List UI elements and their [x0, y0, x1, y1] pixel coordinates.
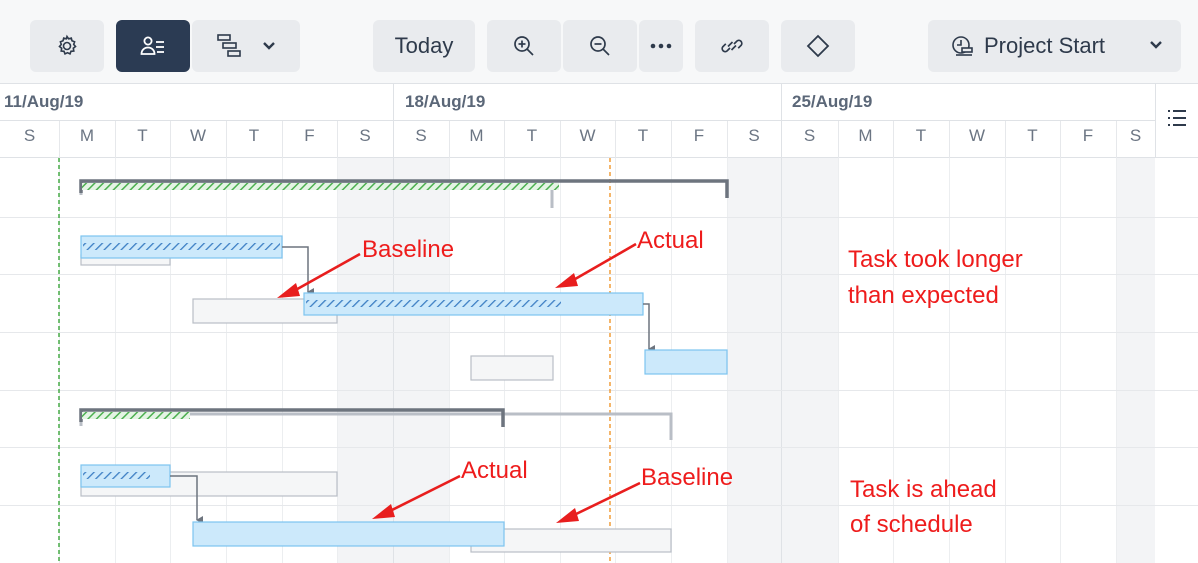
today-label: Today [394, 33, 454, 58]
day-label: S [359, 126, 371, 145]
zoom-out-icon [588, 34, 612, 58]
annotation-baseline: Baseline [641, 464, 734, 491]
day-label: M [858, 126, 873, 145]
day-label: T [1027, 126, 1038, 145]
day-label: S [748, 126, 760, 145]
project-start-icon [950, 34, 974, 58]
task-bar[interactable] [192, 521, 672, 553]
dependency-arrow [643, 303, 655, 353]
day-separator [1005, 121, 1006, 158]
day-label: F [1082, 126, 1094, 145]
day-separator [59, 121, 60, 158]
annotation-actual: Actual [461, 457, 528, 484]
annotation-longer-line1: Task took longer [848, 246, 1023, 273]
resources-view-button[interactable] [116, 20, 190, 72]
day-separator [727, 121, 728, 158]
task-bar[interactable] [470, 349, 728, 381]
annotation-actual: Actual [637, 227, 704, 254]
annotation-arrow [556, 481, 641, 523]
day-separator [838, 121, 839, 158]
gantt-view-icon [216, 33, 242, 59]
progress-hatch [306, 300, 561, 307]
day-label: T [248, 126, 260, 145]
week-separator [393, 84, 394, 158]
annotation-arrow [555, 242, 637, 288]
project-start-dropdown[interactable]: Project Start [928, 20, 1181, 72]
day-separator [170, 121, 171, 158]
day-label: S [803, 126, 816, 145]
day-separator [1060, 121, 1061, 158]
summary-task-2[interactable] [79, 408, 673, 440]
day-label: T [526, 126, 538, 145]
day-separator [504, 121, 505, 158]
task-bar[interactable] [80, 464, 338, 497]
zoom-in-icon [512, 34, 536, 58]
diamond-icon [806, 34, 830, 58]
day-separator [893, 121, 894, 158]
more-button[interactable] [639, 20, 683, 72]
day-separator [282, 121, 283, 158]
day-separator [949, 121, 950, 158]
task-bar[interactable] [80, 235, 283, 266]
project-start-label: Project Start [984, 33, 1106, 58]
progress-hatch [83, 472, 150, 479]
day-label: F [693, 126, 705, 145]
day-separator [115, 121, 116, 158]
zoom-in-button[interactable] [487, 20, 561, 72]
side-panel-toggle[interactable] [1155, 84, 1198, 158]
annotation-ahead-line2: of schedule [850, 511, 973, 538]
day-label: S [23, 126, 36, 145]
day-label: T [637, 126, 649, 145]
day-label: W [579, 126, 596, 145]
day-separator [560, 121, 561, 158]
annotation-baseline: Baseline [362, 236, 455, 263]
week-label: 25/Aug/19 [792, 92, 873, 111]
week-label: 11/Aug/19 [4, 92, 84, 111]
timeline-header: 11/Aug/19 18/Aug/19 25/Aug/19 S M T W T F S S M T… [0, 84, 1155, 158]
annotation-arrow [277, 252, 361, 298]
progress-hatch [83, 243, 280, 250]
annotation-ahead-line1: Task is ahead [850, 476, 997, 503]
day-label: M [79, 126, 95, 145]
week-label: 18/Aug/19 [405, 92, 486, 111]
day-separator [671, 121, 672, 158]
zoom-out-button[interactable] [563, 20, 637, 72]
settings-button[interactable] [30, 20, 104, 72]
summary-task-1[interactable] [79, 179, 729, 208]
day-separator [337, 121, 338, 158]
day-separator [449, 121, 450, 158]
gantt-view-dropdown[interactable] [192, 20, 300, 72]
day-separator [615, 121, 616, 158]
day-label: W [968, 126, 986, 145]
task-bar[interactable] [192, 292, 644, 324]
day-label: F [304, 126, 315, 145]
link-tasks-button[interactable] [695, 20, 769, 72]
day-label: S [415, 126, 427, 145]
day-label: S [1129, 126, 1142, 145]
day-separator [226, 121, 227, 158]
annotation-longer-line2: than expected [848, 282, 999, 309]
chevron-down-icon [1149, 40, 1163, 50]
today-button[interactable]: Today [373, 20, 475, 72]
ellipsis-icon [650, 43, 672, 49]
link-icon [720, 34, 744, 58]
milestone-button[interactable] [781, 20, 855, 72]
annotation-arrow [372, 474, 461, 519]
gear-icon [55, 34, 79, 58]
user-list-icon [140, 34, 166, 58]
list-icon [1166, 107, 1188, 134]
day-label: T [137, 126, 148, 145]
day-label: W [189, 126, 207, 145]
gantt-chart-area: Baseline Actual Task took longer than ex… [0, 158, 1198, 563]
day-separator [1116, 121, 1117, 158]
gantt-bars [58, 158, 729, 563]
gantt-toolbar: Today Project Start [0, 0, 1198, 84]
baseline-bar [470, 355, 554, 381]
header-divider [0, 120, 1155, 121]
day-label: T [915, 126, 927, 145]
week-separator [781, 84, 782, 158]
chevron-down-icon [262, 41, 276, 51]
day-label: M [469, 126, 484, 145]
